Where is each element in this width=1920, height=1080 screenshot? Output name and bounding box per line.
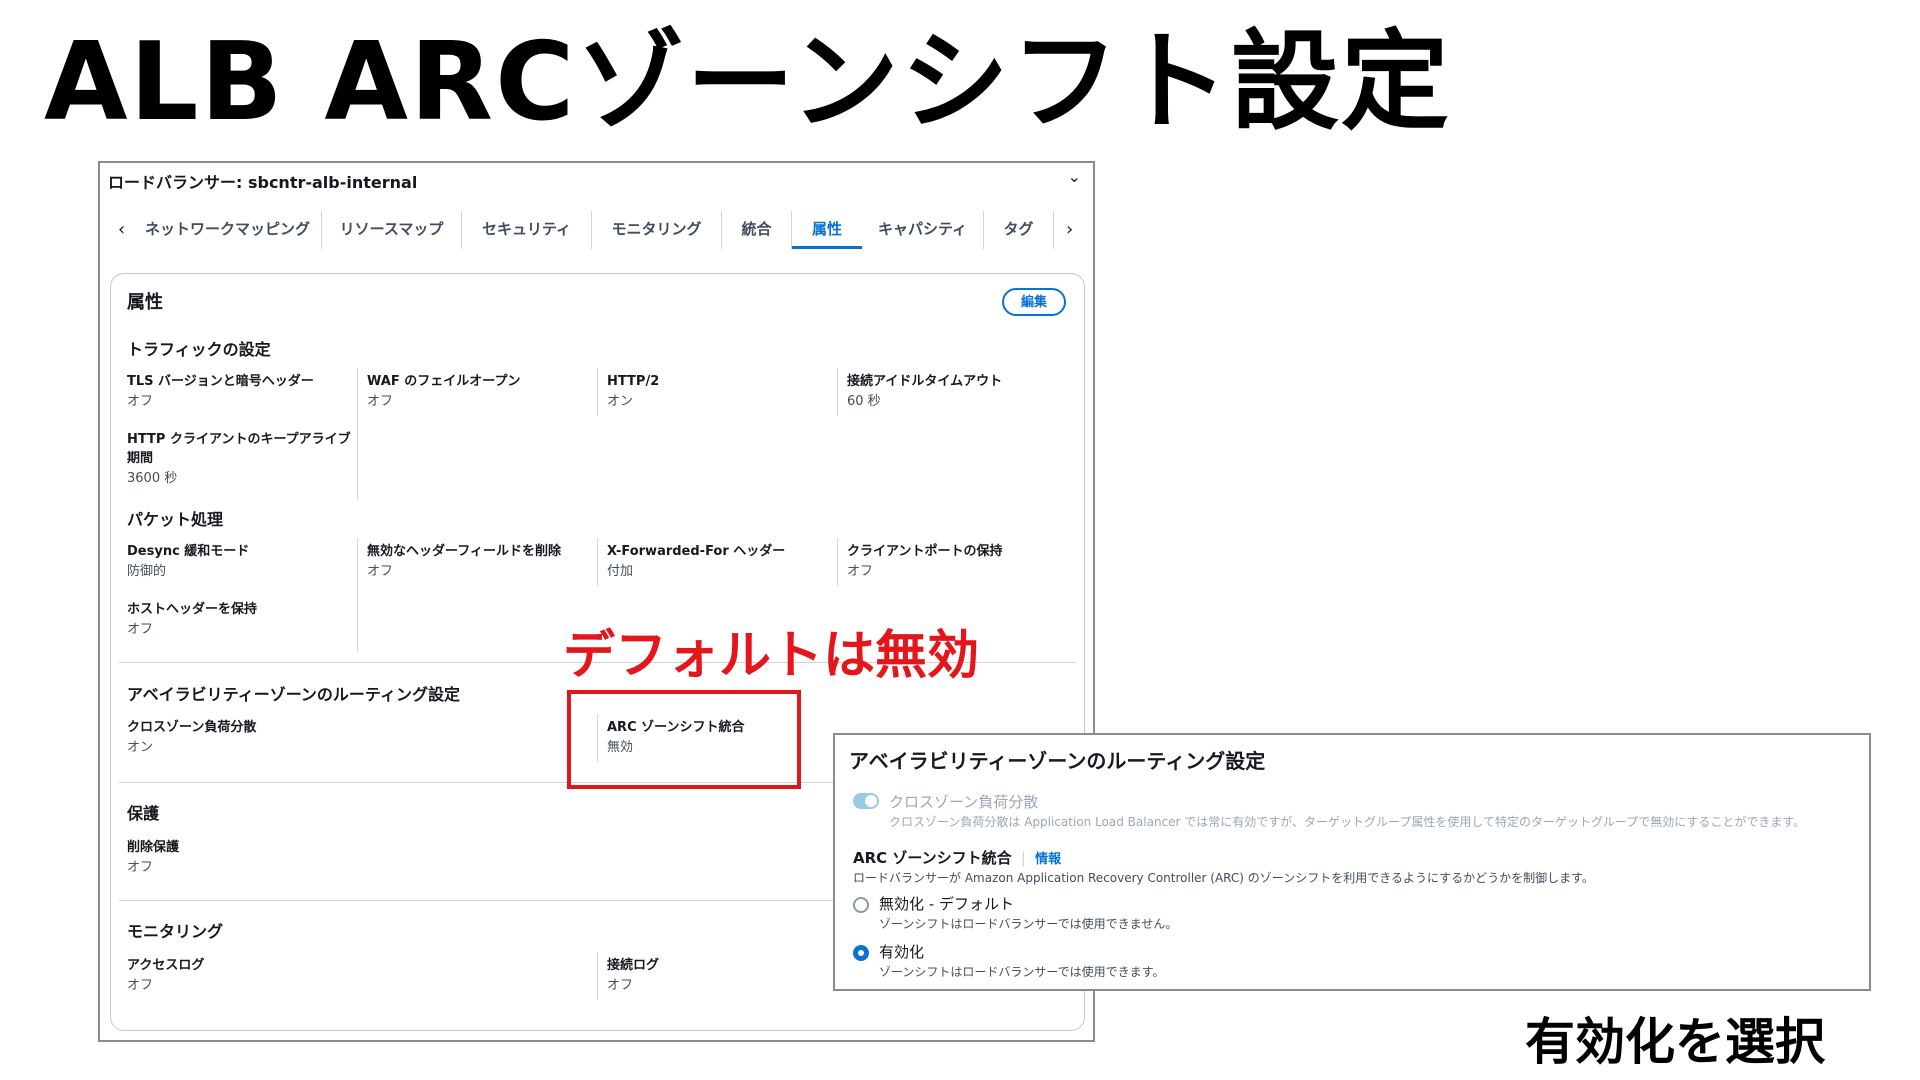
attr-key: HTTP/2 [607, 374, 660, 389]
attr-value: オフ [127, 978, 154, 993]
traffic-section-title: トラフィックの設定 [127, 340, 271, 359]
tab-monitoring[interactable]: モニタリング [592, 211, 722, 249]
attr-value: オフ [607, 978, 634, 993]
attr-connection-logs: 接続ログ オフ [607, 956, 832, 995]
divider [357, 368, 358, 500]
attr-tls-header: TLS バージョンと暗号ヘッダー オフ [127, 372, 352, 411]
attr-drop-invalid-headers: 無効なヘッダーフィールドを削除 オフ [367, 542, 592, 581]
cross-zone-description: クロスゾーン負荷分散は Application Load Balancer では… [889, 815, 1806, 829]
info-link[interactable]: 情報 [1035, 852, 1061, 867]
attr-key: Desync 緩和モード [127, 544, 250, 559]
attr-access-logs: アクセスログ オフ [127, 956, 352, 995]
packet-section-title: パケット処理 [127, 510, 224, 529]
attr-idle-timeout: 接続アイドルタイムアウト 60 秒 [847, 372, 1072, 411]
attr-key: クライアントポートの保持 [847, 544, 1003, 559]
attr-cross-zone: クロスゾーン負荷分散 オン [127, 718, 352, 757]
tab-tags[interactable]: タグ [984, 211, 1054, 249]
attr-key: クロスゾーン負荷分散 [127, 720, 257, 735]
attr-key: HTTP クライアントのキープアライブ期間 [127, 432, 351, 466]
attr-key: ホストヘッダーを保持 [127, 602, 258, 617]
az-routing-settings-title: アベイラビリティーゾーンのルーティング設定 [849, 749, 1266, 773]
attr-key: X-Forwarded-For ヘッダー [607, 544, 786, 559]
attr-deletion-protection: 削除保護 オフ [127, 838, 352, 877]
attr-value: オフ [127, 860, 154, 875]
option-enable-label: 有効化 [879, 943, 925, 961]
divider [597, 368, 598, 416]
cross-zone-label: クロスゾーン負荷分散 [889, 793, 1039, 811]
attr-value: オン [607, 394, 634, 409]
tab-security[interactable]: セキュリティ [462, 211, 592, 249]
arc-label-text: ARC ゾーンシフト統合 [853, 849, 1012, 867]
radio-enable[interactable] [853, 945, 869, 961]
attr-value: オフ [367, 394, 394, 409]
arc-label: ARC ゾーンシフト統合 | 情報 [853, 847, 1061, 868]
tab-attributes[interactable]: 属性 [792, 211, 862, 249]
cross-zone-toggle[interactable] [853, 793, 879, 809]
slide-title: ALB ARCゾーンシフト設定 [44, 20, 1451, 145]
divider [357, 538, 358, 652]
tab-integration[interactable]: 統合 [722, 211, 792, 249]
separator: | [1020, 849, 1026, 867]
option-disable-label: 無効化 - デフォルト [879, 895, 1014, 913]
az-routing-section-title: アベイラビリティーゾーンのルーティング設定 [127, 685, 460, 704]
attr-value: オン [127, 740, 154, 755]
attr-key: TLS バージョンと暗号ヘッダー [127, 374, 314, 389]
chevron-right-icon[interactable]: › [1066, 219, 1073, 240]
chevron-left-icon[interactable]: ‹ [118, 219, 125, 240]
attr-keepalive: HTTP クライアントのキープアライブ期間 3600 秒 [127, 430, 352, 488]
attr-value: オフ [847, 564, 874, 579]
attr-http2: HTTP/2 オン [607, 372, 832, 411]
az-routing-settings-panel: アベイラビリティーゾーンのルーティング設定 クロスゾーン負荷分散 クロスゾーン負… [833, 733, 1871, 991]
load-balancer-title: ロードバランサー: sbcntr-alb-internal [108, 173, 418, 192]
attr-key: アクセスログ [127, 958, 205, 973]
edit-button[interactable]: 編集 [1002, 288, 1066, 316]
chevron-down-icon[interactable]: ⌄ [1068, 167, 1081, 186]
divider [597, 952, 598, 1000]
attr-key: WAF のフェイルオープン [367, 374, 521, 389]
arc-description: ロードバランサーが Amazon Application Recovery Co… [853, 871, 1594, 885]
protection-section-title: 保護 [127, 804, 160, 823]
attr-desync: Desync 緩和モード 防御的 [127, 542, 352, 581]
attr-value: 60 秒 [847, 394, 881, 409]
attr-x-forwarded-for: X-Forwarded-For ヘッダー 付加 [607, 542, 832, 581]
default-disabled-annotation: デフォルトは無効 [563, 626, 980, 686]
attr-key: 接続ログ [607, 958, 660, 973]
select-enable-note: 有効化を選択 [1525, 1013, 1825, 1071]
divider [837, 368, 838, 416]
tab-resource-map[interactable]: リソースマップ [322, 211, 462, 249]
attr-value: 防御的 [127, 564, 167, 579]
attr-client-port: クライアントポートの保持 オフ [847, 542, 1072, 581]
attr-preserve-host: ホストヘッダーを保持 オフ [127, 600, 352, 639]
tab-capacity[interactable]: キャパシティ [862, 211, 984, 249]
attr-key: 接続アイドルタイムアウト [847, 374, 1003, 389]
attr-value: 付加 [607, 564, 634, 579]
divider [837, 538, 838, 586]
tab-bar: ‹ ネットワークマッピング リソースマップ セキュリティ モニタリング 統合 属… [100, 211, 1093, 251]
option-disable-description: ゾーンシフトはロードバランサーでは使用できません。 [879, 917, 1178, 931]
attr-value: オフ [127, 622, 154, 637]
divider [597, 538, 598, 586]
tab-network-mapping[interactable]: ネットワークマッピング [134, 211, 322, 249]
attributes-title: 属性 [127, 292, 163, 313]
attr-key: 削除保護 [127, 840, 180, 855]
highlight-box [567, 690, 801, 789]
option-enable-description: ゾーンシフトはロードバランサーでは使用できます。 [879, 965, 1165, 979]
attr-value: 3600 秒 [127, 471, 178, 486]
radio-disable-default[interactable] [853, 897, 869, 913]
attr-value: オフ [367, 564, 394, 579]
monitoring-section-title: モニタリング [127, 922, 224, 941]
attr-waf-fail-open: WAF のフェイルオープン オフ [367, 372, 592, 411]
attr-key: 無効なヘッダーフィールドを削除 [367, 544, 561, 559]
attr-value: オフ [127, 394, 154, 409]
